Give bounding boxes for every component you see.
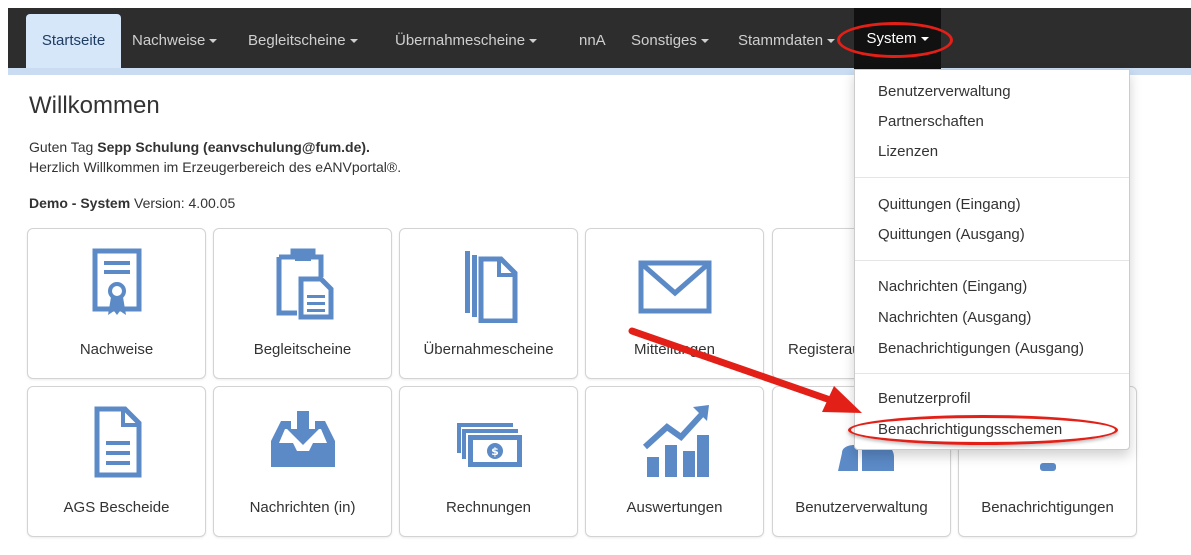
tile-auswertungen[interactable]: Auswertungen [585,386,764,537]
nav-begleitscheine-label: Begleitscheine [248,32,346,49]
tile-label: Begleitscheine [253,341,352,358]
tile-label: Benutzerverwaltung [795,499,928,516]
nav-nachweise[interactable]: Nachweise [132,14,218,68]
version-label: Version: 4.00.05 [130,195,236,211]
menu-item-partnerschaften[interactable]: Partnerschaften [878,113,984,130]
tile-label: Auswertungen [626,499,723,516]
tile-label: Benachrichtigungen [981,499,1114,516]
clipboard-document-icon [214,243,391,323]
menu-item-nachrichten-ausgang[interactable]: Nachrichten (Ausgang) [878,309,1031,326]
nav-startseite[interactable]: Startseite [26,14,121,68]
nav-startseite-label: Startseite [41,32,106,49]
bar-chart-trend-icon [586,401,763,481]
menu-divider [855,177,1129,178]
tile-nachrichten-in[interactable]: Nachrichten (in) [213,386,392,537]
greeting-text: Guten Tag Sepp Schulung (eanvschulung@fu… [29,137,401,177]
nav-nna[interactable]: nnA [579,14,606,68]
tile-nachweise[interactable]: Nachweise [27,228,206,379]
chevron-down-icon [529,39,538,44]
envelope-icon [586,243,763,323]
chevron-down-icon [827,39,836,44]
chevron-down-icon [209,39,218,44]
money-bills-icon: $ [400,401,577,481]
system-version: Demo - System Version: 4.00.05 [29,195,235,211]
nav-stammdaten[interactable]: Stammdaten [738,14,836,68]
tile-label: Mitteilungen [634,341,715,358]
svg-text:$: $ [491,445,499,458]
system-label: Demo - System [29,195,131,211]
tile-ags-bescheide[interactable]: AGS Bescheide [27,386,206,537]
nav-sonstiges-label: Sonstiges [631,32,697,49]
inbox-download-icon [214,401,391,481]
nav-uebernahmescheine[interactable]: Übernahmescheine [395,14,538,68]
tile-label: Nachrichten (in) [249,499,356,516]
menu-highlight-ellipse [848,415,1118,445]
tile-uebernahmescheine[interactable]: Übernahmescheine [399,228,578,379]
nav-sonstiges[interactable]: Sonstiges [631,14,709,68]
nav-nachweise-label: Nachweise [132,32,206,49]
nav-uebernahmescheine-label: Übernahmescheine [395,32,526,49]
page-title: Willkommen [29,92,160,119]
menu-item-nachrichten-eingang[interactable]: Nachrichten (Eingang) [878,278,1027,295]
chevron-down-icon [349,39,358,44]
tile-rechnungen[interactable]: $ Rechnungen [399,386,578,537]
greeting-prefix: Guten Tag [29,139,98,155]
tile-begleitscheine[interactable]: Begleitscheine [213,228,392,379]
menu-item-quittungen-eingang[interactable]: Quittungen (Eingang) [878,196,1021,213]
system-dropdown-menu: Benutzerverwaltung Partnerschaften Lizen… [854,69,1130,450]
chevron-down-icon [700,39,709,44]
tile-label: Rechnungen [445,499,532,516]
nav-begleitscheine[interactable]: Begleitscheine [248,14,358,68]
menu-divider [855,260,1129,261]
menu-item-benachrichtigungen-ausgang[interactable]: Benachrichtigungen (Ausgang) [878,340,1084,357]
nav-stammdaten-label: Stammdaten [738,32,824,49]
menu-item-quittungen-ausgang[interactable]: Quittungen (Ausgang) [878,226,1025,243]
menu-item-benutzerverwaltung[interactable]: Benutzerverwaltung [878,83,1011,100]
tile-label: Nachweise [79,341,154,358]
tile-mitteilungen[interactable]: Mitteilungen [585,228,764,379]
menu-item-lizenzen[interactable]: Lizenzen [878,143,938,160]
user-name: Sepp Schulung (eanvschulung@fum.de). [97,139,370,155]
nav-nna-label: nnA [579,32,606,49]
menu-divider [855,373,1129,374]
document-lines-icon [28,401,205,481]
tile-label: Übernahmescheine [423,341,554,358]
menu-item-benutzerprofil[interactable]: Benutzerprofil [878,390,971,407]
tile-label: AGS Bescheide [63,499,170,516]
welcome-line: Herzlich Willkommen im Erzeugerbereich d… [29,159,402,175]
system-highlight-ellipse [837,22,953,58]
stacked-documents-icon [400,243,577,324]
certificate-icon [28,243,205,323]
